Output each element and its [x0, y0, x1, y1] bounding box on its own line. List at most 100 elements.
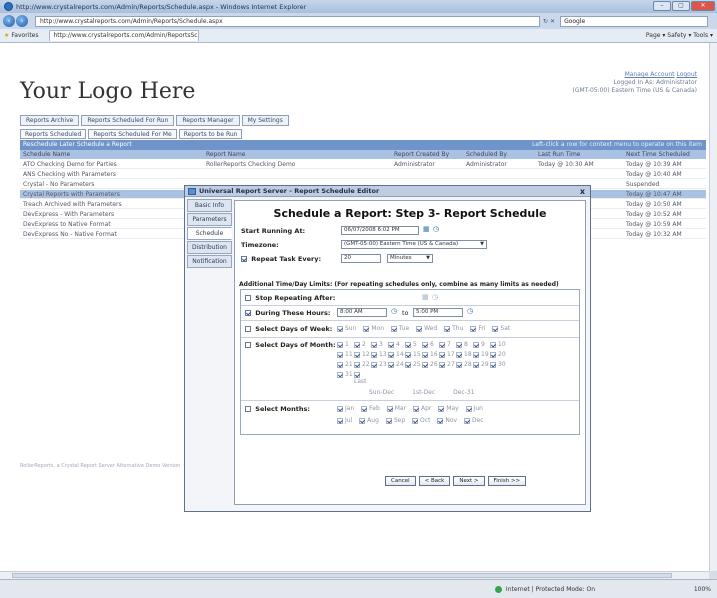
- tab-my-settings[interactable]: My Settings: [241, 115, 289, 126]
- column-header[interactable]: Next Time Scheduled: [626, 150, 690, 159]
- month-day-option[interactable]: 26: [422, 361, 439, 368]
- month-option[interactable]: Jun: [465, 405, 483, 412]
- month-day-option[interactable]: 28: [456, 361, 473, 368]
- finish-button[interactable]: Finish >>: [487, 476, 527, 486]
- clock-icon[interactable]: ◷: [391, 307, 397, 315]
- step-distribution[interactable]: Distribution: [187, 241, 232, 254]
- column-header[interactable]: Scheduled By: [466, 150, 507, 159]
- month-day-option[interactable]: 23: [371, 361, 388, 368]
- column-header[interactable]: Report Name: [206, 150, 246, 159]
- month-option[interactable]: Dec: [463, 417, 484, 424]
- month-day-option[interactable]: 19: [473, 351, 490, 358]
- month-day-option[interactable]: 16: [422, 351, 439, 358]
- step-notification[interactable]: Notification: [187, 255, 232, 268]
- hours-from-input[interactable]: 8:00 AM: [337, 308, 387, 317]
- day-option[interactable]: Wed: [416, 325, 437, 332]
- dialog-close-button[interactable]: x: [580, 186, 585, 197]
- stop-after-checkbox[interactable]: [245, 295, 251, 301]
- next-button[interactable]: Next >: [453, 476, 485, 486]
- repeat-unit-select[interactable]: Minutes ▼: [387, 254, 433, 263]
- month-option[interactable]: Jul: [337, 417, 352, 424]
- repeat-checkbox[interactable]: [241, 256, 247, 262]
- step-basic-info[interactable]: Basic Info: [187, 199, 232, 212]
- month-day-option[interactable]: 17: [439, 351, 456, 358]
- day-option[interactable]: Thu: [444, 325, 463, 332]
- month-option[interactable]: Oct: [412, 417, 430, 424]
- timezone-select[interactable]: (GMT-05:00) Eastern Time (US & Canada) ▼: [341, 240, 487, 249]
- month-day-option[interactable]: 10: [490, 341, 507, 348]
- refresh-icon[interactable]: ↻: [543, 18, 548, 25]
- command-bar[interactable]: Page ▾ Safety ▾ Tools ▾: [646, 32, 713, 39]
- subtab-scheduled-for-me[interactable]: Reports Scheduled For Me: [88, 129, 177, 139]
- tab-reports-archive[interactable]: Reports Archive: [20, 115, 80, 126]
- list-toolbar-actions[interactable]: Reschedule Later Schedule a Report: [23, 141, 132, 148]
- forward-button[interactable]: ›: [16, 15, 28, 27]
- subtab-reports-scheduled[interactable]: Reports Scheduled: [20, 129, 87, 139]
- day-option[interactable]: Fri: [470, 325, 485, 332]
- stop-icon[interactable]: ✕: [550, 18, 555, 25]
- month-day-option[interactable]: 24: [388, 361, 405, 368]
- month-option[interactable]: Apr: [412, 405, 431, 412]
- days-week-checkbox[interactable]: [245, 326, 251, 332]
- cancel-button[interactable]: Cancel: [385, 476, 416, 486]
- month-day-option[interactable]: 2: [354, 341, 371, 348]
- month-day-option[interactable]: 18: [456, 351, 473, 358]
- day-option[interactable]: Mon: [363, 325, 384, 332]
- calendar-icon[interactable]: ▦: [423, 225, 430, 233]
- month-day-option[interactable]: 4: [388, 341, 405, 348]
- favorites-star-icon[interactable]: ★: [4, 32, 9, 39]
- month-option[interactable]: May: [438, 405, 459, 412]
- month-option[interactable]: Mar: [386, 405, 406, 412]
- month-day-option[interactable]: 8: [456, 341, 473, 348]
- month-day-option[interactable]: 9: [473, 341, 490, 348]
- month-day-option[interactable]: 27: [439, 361, 456, 368]
- month-day-option[interactable]: 29: [473, 361, 490, 368]
- month-day-option[interactable]: 11: [337, 351, 354, 358]
- search-input[interactable]: Google: [560, 15, 709, 27]
- month-option[interactable]: Jan: [337, 405, 354, 412]
- minimize-button[interactable]: –: [653, 1, 671, 11]
- back-button[interactable]: ‹: [3, 15, 15, 27]
- favorites-label[interactable]: Favorites: [11, 32, 38, 39]
- day-option[interactable]: Sun: [337, 325, 356, 332]
- month-day-option[interactable]: 31: [337, 371, 354, 385]
- browser-tab[interactable]: http://www.crystalreports.com/Admin/Repo…: [48, 30, 199, 41]
- clock-icon[interactable]: ◷: [432, 293, 438, 301]
- maximize-button[interactable]: ▢: [672, 1, 690, 11]
- clock-icon[interactable]: ◷: [433, 225, 439, 233]
- start-datetime-input[interactable]: 06/07/2008 6:02 PM: [341, 226, 419, 235]
- scrollbar-thumb[interactable]: [12, 573, 672, 578]
- month-day-option[interactable]: 30: [490, 361, 507, 368]
- month-day-option[interactable]: Last: [354, 371, 371, 385]
- step-parameters[interactable]: Parameters: [187, 213, 232, 226]
- month-option[interactable]: Aug: [359, 417, 379, 424]
- month-day-option[interactable]: 25: [405, 361, 422, 368]
- zoom-level[interactable]: 100%: [694, 586, 711, 593]
- table-row[interactable]: ATO Checking Demo for Parties RollerRepo…: [20, 160, 706, 169]
- month-day-option[interactable]: 12: [354, 351, 371, 358]
- shortcut-link[interactable]: Sun-Dec: [369, 389, 394, 396]
- table-row[interactable]: ANS Checking with Parameters Today @ 10:…: [20, 170, 706, 179]
- month-day-option[interactable]: 20: [490, 351, 507, 358]
- day-option[interactable]: Sat: [492, 325, 510, 332]
- repeat-interval-input[interactable]: 20: [341, 254, 381, 263]
- back-button[interactable]: < Back: [418, 476, 451, 486]
- horizontal-scrollbar[interactable]: [0, 571, 709, 579]
- month-day-option[interactable]: 21: [337, 361, 354, 368]
- calendar-icon[interactable]: ▦: [422, 293, 429, 301]
- month-day-option[interactable]: 14: [388, 351, 405, 358]
- month-day-option[interactable]: 5: [405, 341, 422, 348]
- month-option[interactable]: Feb: [361, 405, 380, 412]
- month-day-option[interactable]: 3: [371, 341, 388, 348]
- clock-icon[interactable]: ◷: [467, 307, 473, 315]
- subtab-to-be-run[interactable]: Reports to be Run: [178, 129, 243, 139]
- during-hours-checkbox[interactable]: [245, 310, 251, 316]
- month-day-option[interactable]: 13: [371, 351, 388, 358]
- close-window-button[interactable]: ✕: [691, 1, 715, 11]
- month-option[interactable]: Nov: [437, 417, 457, 424]
- step-schedule[interactable]: Schedule: [187, 227, 232, 240]
- day-option[interactable]: Tue: [390, 325, 409, 332]
- url-field[interactable]: http://www.crystalreports.com/Admin/Repo…: [35, 15, 540, 27]
- month-day-option[interactable]: 15: [405, 351, 422, 358]
- shortcut-link[interactable]: 1st-Dec: [412, 389, 435, 396]
